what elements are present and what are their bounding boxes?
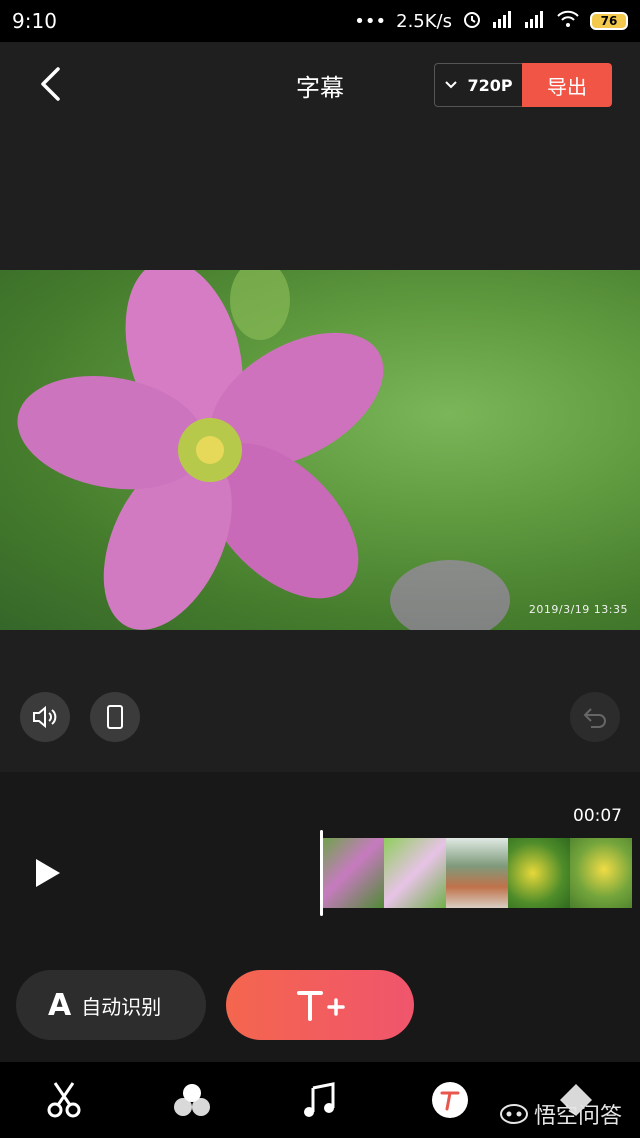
top-bar: 字幕 720P 导出 xyxy=(0,42,640,130)
preview-controls xyxy=(0,692,640,744)
flower-image xyxy=(17,270,510,630)
battery-icon: 76 xyxy=(590,12,628,30)
clip-thumbnail xyxy=(570,838,632,908)
status-time: 9:10 xyxy=(12,9,57,33)
timeline-duration: 00:07 xyxy=(573,806,622,826)
chevron-down-icon xyxy=(445,81,458,89)
clip-thumbnail xyxy=(508,838,570,908)
speaker-icon xyxy=(33,705,57,729)
signal-icon-2 xyxy=(524,10,546,33)
play-button[interactable] xyxy=(30,856,64,890)
network-speed: 2.5K/s xyxy=(396,10,452,32)
letter-a-icon: A xyxy=(48,987,72,1023)
filter-icon xyxy=(174,1084,210,1116)
export-button[interactable]: 导出 xyxy=(522,63,612,107)
text-plus-icon xyxy=(297,991,345,1021)
auto-recognize-button[interactable]: A 自动识别 xyxy=(16,970,206,1040)
notification-dots: ••• xyxy=(354,10,387,32)
nav-edit[interactable] xyxy=(44,1080,84,1120)
video-timestamp: 2019/3/19 13:35 xyxy=(528,603,628,616)
nav-filter[interactable] xyxy=(172,1080,212,1120)
video-preview[interactable]: 2019/3/19 13:35 xyxy=(0,270,640,630)
wukong-logo-icon xyxy=(500,1104,528,1124)
volume-button[interactable] xyxy=(20,692,70,742)
wifi-icon xyxy=(556,10,580,33)
undo-button[interactable] xyxy=(570,692,620,742)
status-icons: ••• 2.5K/s 76 xyxy=(354,9,628,34)
resolution-dropdown[interactable]: 720P xyxy=(434,63,524,107)
watermark-text: 悟空问答 xyxy=(534,1104,623,1129)
undo-icon xyxy=(583,708,606,728)
watermark: 悟空问答 xyxy=(500,1098,622,1130)
play-icon xyxy=(36,859,60,887)
aspect-ratio-button[interactable] xyxy=(90,692,140,742)
resolution-label: 720P xyxy=(467,75,513,95)
signal-icon xyxy=(492,10,514,33)
add-subtitle-button[interactable] xyxy=(226,970,414,1040)
clip-thumbnail xyxy=(384,838,446,908)
status-bar: 9:10 ••• 2.5K/s 76 xyxy=(0,0,640,42)
nav-text[interactable] xyxy=(430,1080,470,1120)
alarm-icon xyxy=(462,9,482,34)
music-note-icon xyxy=(304,1082,335,1117)
clip-thumbnail xyxy=(322,838,384,908)
clip-filmstrip[interactable] xyxy=(322,838,640,908)
phone-portrait-icon xyxy=(107,705,123,729)
clip-thumbnail xyxy=(446,838,508,908)
scissors-icon xyxy=(47,1082,81,1118)
nav-music[interactable] xyxy=(300,1080,340,1120)
playhead[interactable] xyxy=(320,830,323,916)
auto-recognize-label: 自动识别 xyxy=(81,994,162,1019)
text-icon xyxy=(432,1082,468,1118)
